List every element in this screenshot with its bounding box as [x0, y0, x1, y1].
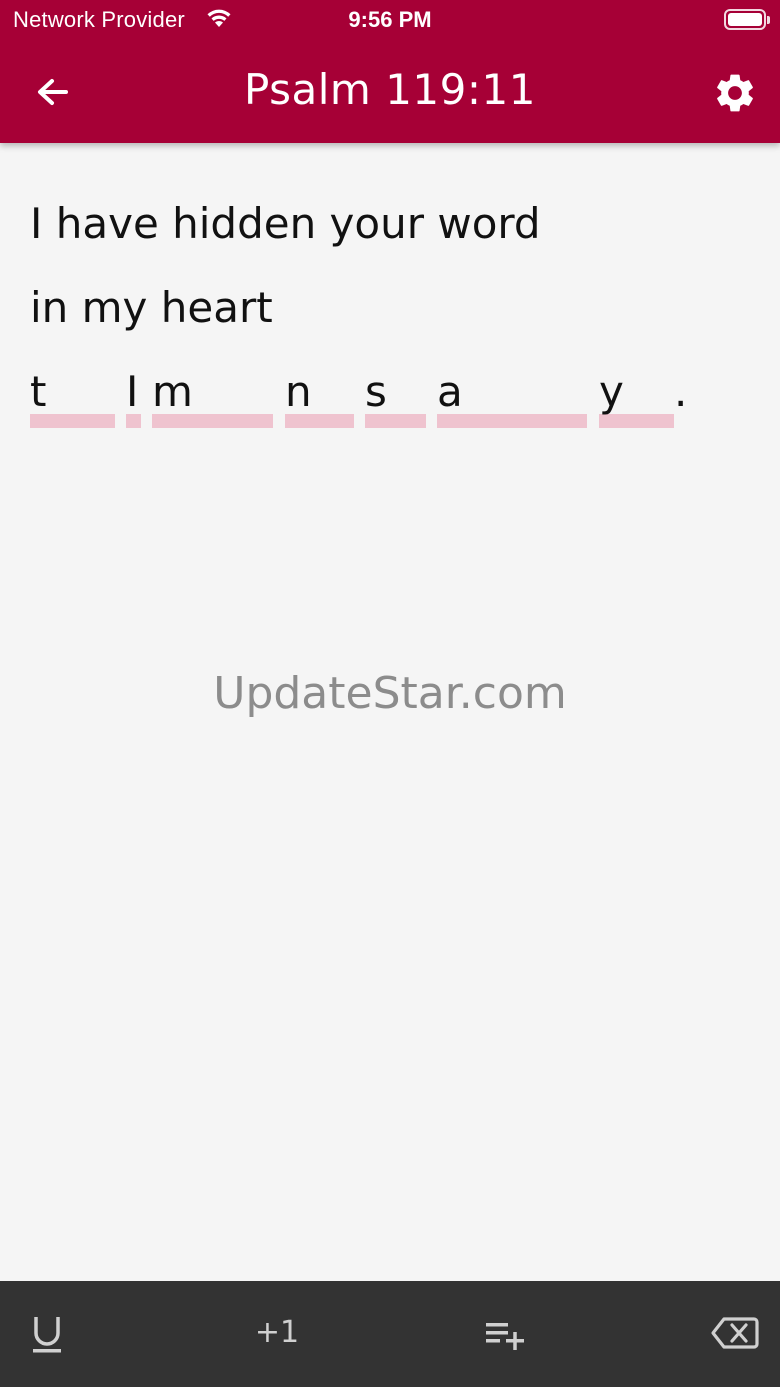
- backspace-icon[interactable]: [710, 1309, 760, 1357]
- word-hint: I: [126, 367, 139, 416]
- word-blank[interactable]: a: [437, 358, 587, 428]
- word-blank[interactable]: n: [285, 358, 354, 428]
- word-blank[interactable]: s: [365, 358, 426, 428]
- underline-icon[interactable]: [24, 1309, 70, 1357]
- bottom-toolbar: +1: [0, 1281, 780, 1387]
- app-header: Network Provider 9:56 PM Psalm 119:11: [0, 0, 780, 143]
- watermark-text: UpdateStar.com: [213, 668, 567, 719]
- status-bar: Network Provider 9:56 PM: [0, 0, 780, 40]
- hidden-words-line: t I m n s a y .: [30, 358, 750, 442]
- word-blank[interactable]: t: [30, 358, 115, 428]
- word-hint: n: [285, 367, 312, 416]
- plus-one-button[interactable]: +1: [248, 1309, 306, 1357]
- page-title: Psalm 119:11: [244, 65, 536, 114]
- word-blank[interactable]: I: [126, 358, 141, 428]
- punctuation: .: [674, 367, 688, 416]
- verse-line: I have hidden your word: [30, 199, 541, 248]
- word-hint: a: [437, 367, 463, 416]
- verse-text: I have hidden your word in my heart t I …: [30, 190, 750, 442]
- word-blank[interactable]: y: [599, 358, 674, 428]
- nav-bar: Psalm 119:11: [0, 40, 780, 143]
- battery-icon: [724, 9, 770, 30]
- word-hint: y: [599, 367, 624, 416]
- playlist-add-icon[interactable]: [482, 1309, 528, 1357]
- word-blank[interactable]: m: [152, 358, 273, 428]
- verse-line: in my heart: [30, 283, 273, 332]
- word-hint: m: [152, 367, 193, 416]
- word-hint: t: [30, 367, 47, 416]
- verse-period: .: [674, 358, 694, 428]
- status-time: 9:56 PM: [348, 7, 432, 32]
- word-hint: s: [365, 367, 387, 416]
- gear-icon[interactable]: [712, 70, 758, 116]
